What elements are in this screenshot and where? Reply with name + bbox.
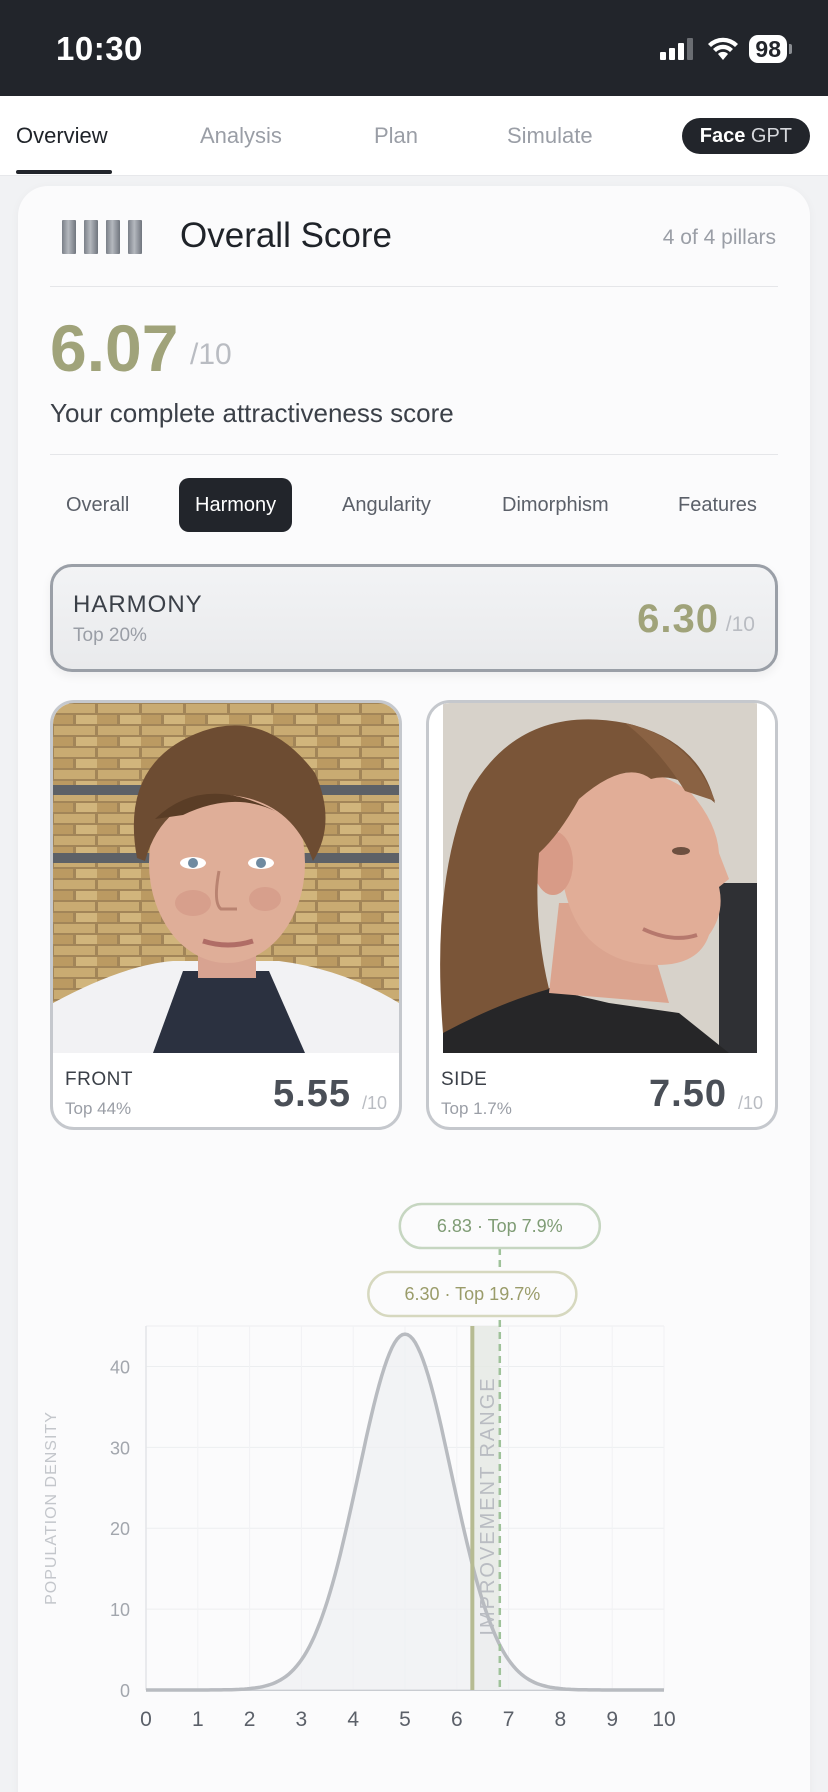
side-percentile: Top 1.7% xyxy=(441,1099,512,1118)
x-tick-label: 7 xyxy=(503,1708,515,1731)
side-score: 7.50 xyxy=(649,1073,727,1115)
harmony-title: HARMONY xyxy=(73,591,203,618)
overall-score-subtitle: Your complete attractiveness score xyxy=(50,398,454,428)
chip-features[interactable]: Features xyxy=(662,478,773,532)
x-tick-label: 1 xyxy=(192,1708,204,1731)
y-tick-label: 30 xyxy=(110,1438,130,1458)
y-tick-label: 10 xyxy=(110,1600,130,1620)
battery-indicator: 98 xyxy=(749,35,787,63)
status-icons: 98 xyxy=(659,34,792,64)
facegpt-label-light: GPT xyxy=(745,125,792,147)
x-tick-label: 10 xyxy=(652,1708,675,1731)
side-denominator: /10 xyxy=(737,1093,763,1113)
pillars-icon xyxy=(62,220,142,254)
chip-dimorphism[interactable]: Dimorphism xyxy=(486,478,625,532)
chip-overall[interactable]: Overall xyxy=(50,478,145,532)
wifi-icon xyxy=(708,37,739,60)
divider xyxy=(50,286,778,287)
x-tick-label: 9 xyxy=(606,1708,618,1731)
harmony-score-box[interactable]: HARMONY Top 20% 6.30 /10 xyxy=(50,564,778,672)
harmony-percentile: Top 20% xyxy=(73,625,147,646)
x-tick-label: 8 xyxy=(555,1708,567,1731)
overall-score-value: 6.07 xyxy=(50,311,179,385)
divider xyxy=(50,454,778,455)
side-label: SIDE xyxy=(441,1069,488,1090)
front-label: FRONT xyxy=(65,1069,133,1090)
x-tick-label: 6 xyxy=(451,1708,463,1731)
current-score-label: 6.30 · Top 19.7% xyxy=(404,1284,540,1304)
x-tick-label: 2 xyxy=(244,1708,256,1731)
overall-score-card: Overall Score 4 of 4 pillars 6.07 /10 Yo… xyxy=(18,186,810,1792)
harmony-denominator: /10 xyxy=(725,613,755,636)
population-distribution-chart: IMPROVEMENT RANGE 6.83 · Top 7.9% 6.30 · T… xyxy=(43,1202,676,1731)
status-bar: 10:30 98 xyxy=(0,0,828,96)
front-score: 5.55 xyxy=(273,1073,351,1115)
active-tab-indicator xyxy=(16,170,112,174)
harmony-score: 6.30 xyxy=(637,597,719,641)
tab-simulate[interactable]: Simulate xyxy=(507,96,593,176)
tab-analysis[interactable]: Analysis xyxy=(200,96,282,176)
front-photo-card[interactable]: FRONT Top 44% 5.55 /10 xyxy=(50,700,402,1130)
distribution-area xyxy=(146,1334,664,1690)
front-denominator: /10 xyxy=(361,1093,387,1113)
signal-icon xyxy=(660,38,694,60)
x-tick-label: 5 xyxy=(399,1708,411,1731)
facegpt-label-bold: Face xyxy=(699,125,746,147)
chip-harmony[interactable]: Harmony xyxy=(179,478,293,532)
y-tick-label: 40 xyxy=(110,1357,130,1377)
side-photo-card[interactable]: SIDE Top 1.7% 7.50 /10 xyxy=(426,700,778,1130)
tab-plan[interactable]: Plan xyxy=(374,96,418,176)
potential-score-label: 6.83 · Top 7.9% xyxy=(437,1216,563,1236)
card-title: Overall Score xyxy=(180,216,393,255)
x-tick-label: 4 xyxy=(347,1708,359,1731)
pillars-count: 4 of 4 pillars xyxy=(662,226,776,249)
y-tick-label: 0 xyxy=(120,1681,130,1701)
status-time: 10:30 xyxy=(56,30,143,67)
improvement-range-label: IMPROVEMENT RANGE xyxy=(477,1376,499,1635)
facegpt-button[interactable]: Face GPT xyxy=(681,118,810,154)
y-axis-label: POPULATION DENSITY xyxy=(43,1411,60,1605)
x-tick-label: 0 xyxy=(140,1708,152,1731)
y-tick-label: 20 xyxy=(110,1519,130,1539)
chip-angularity[interactable]: Angularity xyxy=(326,478,447,532)
top-tab-nav: Overview Analysis Plan Simulate Face GPT xyxy=(0,96,828,176)
front-percentile: Top 44% xyxy=(65,1099,132,1118)
overall-score-denominator: /10 xyxy=(190,338,232,371)
side-face-photo xyxy=(429,703,775,1053)
battery-nub xyxy=(789,44,792,54)
x-tick-label: 3 xyxy=(296,1708,308,1731)
tab-overview[interactable]: Overview xyxy=(16,96,108,176)
front-face-photo xyxy=(53,703,399,1053)
